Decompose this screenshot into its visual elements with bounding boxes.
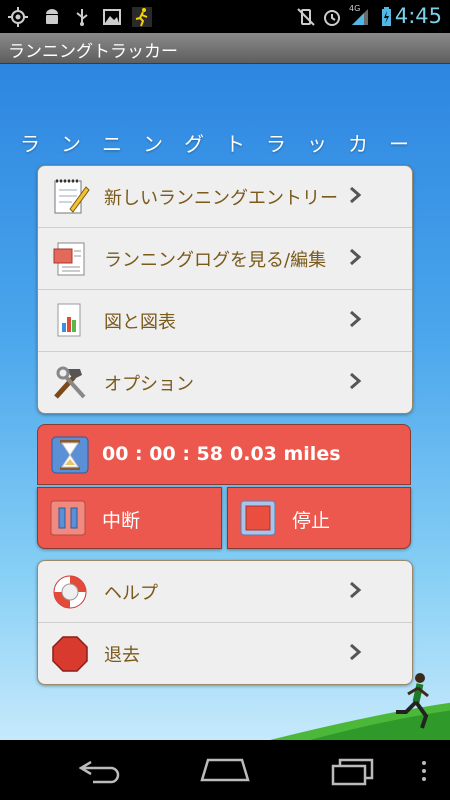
menu-item-charts[interactable]: 図と図表: [38, 290, 412, 352]
notepad-icon: [54, 179, 90, 213]
chevron-right-icon: [350, 310, 362, 328]
gps-icon: [8, 7, 28, 27]
timer-display: 00 : 00 : 58 0.03 miles: [37, 424, 411, 485]
log-icon: [53, 242, 85, 275]
menu-item-label: ヘルプ: [104, 582, 158, 604]
secondary-menu-panel: ヘルプ 退去: [37, 560, 413, 685]
action-bar: ランニングトラッカー: [0, 33, 450, 64]
menu-item-view-log[interactable]: ランニングログを見る/編集: [38, 228, 412, 290]
pause-button[interactable]: 中断: [37, 487, 222, 549]
menu-item-label: ランニングログを見る/編集: [104, 249, 327, 271]
run-timer-panel: 00 : 00 : 58 0.03 miles 中断 停止: [37, 424, 411, 549]
chevron-right-icon: [350, 248, 362, 266]
app-title: ランニングトラッカー: [8, 42, 178, 62]
main-menu-panel: 新しいランニングエントリー ランニングログを見る/編集 図と図表 オプション: [37, 165, 413, 414]
status-bar: 4G 4:45: [0, 0, 450, 33]
battery-charging-icon: [382, 7, 391, 26]
android-debug-icon: [46, 9, 58, 24]
menu-item-help[interactable]: ヘルプ: [38, 561, 412, 623]
hourglass-icon: [51, 436, 89, 474]
back-icon[interactable]: [77, 758, 123, 784]
menu-item-label: 新しいランニングエントリー: [104, 187, 338, 209]
menu-item-options[interactable]: オプション: [38, 352, 412, 413]
home-icon[interactable]: [200, 756, 250, 784]
stop-button[interactable]: 停止: [227, 487, 411, 549]
tools-icon: [54, 366, 86, 399]
chevron-right-icon: [350, 643, 362, 661]
vibrate-icon: [297, 8, 315, 26]
usb-icon: [76, 9, 88, 26]
menu-item-label: オプション: [104, 373, 194, 395]
stop-sign-icon: [52, 635, 88, 672]
chevron-right-icon: [350, 372, 362, 390]
signal-icon: [352, 9, 368, 25]
clock: 4:45: [394, 4, 442, 28]
image-icon: [103, 9, 121, 25]
alarm-icon: [324, 10, 340, 26]
menu-item-label: 退去: [104, 644, 140, 666]
menu-item-new-entry[interactable]: 新しいランニングエントリー: [38, 166, 412, 228]
runner-illustration: [270, 673, 450, 740]
chart-icon: [57, 303, 81, 336]
stop-label: 停止: [292, 510, 331, 532]
navigation-bar: [0, 740, 450, 800]
runner-notification-icon: [132, 7, 152, 27]
distance-value: 0.03 miles: [230, 443, 341, 465]
banner-title: ランニングトラッカー: [20, 132, 430, 156]
stop-icon: [240, 500, 276, 536]
elapsed-time: 00 : 00 : 58: [102, 443, 223, 465]
pause-icon: [50, 500, 86, 536]
overflow-menu-icon[interactable]: [420, 760, 428, 782]
lifebuoy-icon: [53, 575, 87, 608]
recent-apps-icon[interactable]: [330, 756, 376, 786]
menu-item-label: 図と図表: [104, 311, 176, 333]
chevron-right-icon: [350, 186, 362, 204]
main-area: ランニングトラッカー 新しいランニングエントリー ランニングログを見る/編集 図…: [0, 64, 450, 740]
pause-label: 中断: [102, 510, 141, 532]
chevron-right-icon: [350, 581, 362, 599]
